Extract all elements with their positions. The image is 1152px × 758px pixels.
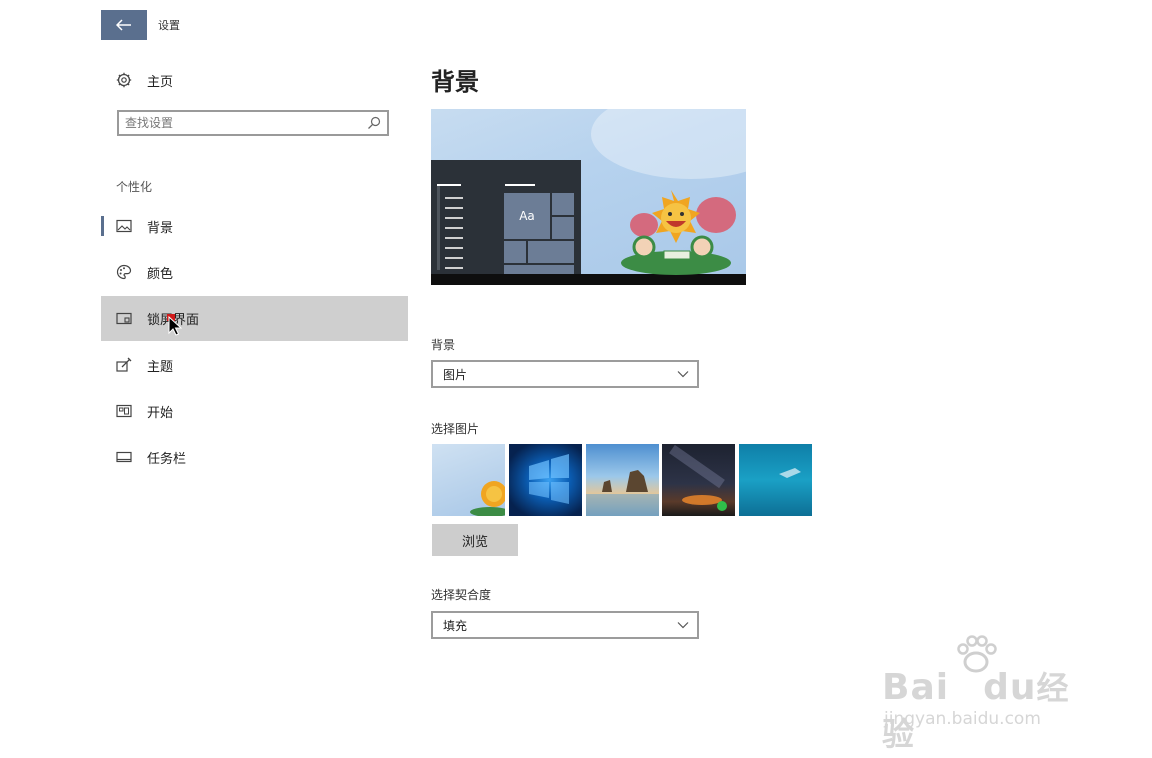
sidebar-home-label: 主页 (147, 74, 174, 90)
back-button[interactable] (101, 10, 147, 40)
page-title: 背景 (431, 68, 479, 96)
start-menu-preview: Aa (431, 160, 581, 274)
back-arrow-icon (116, 19, 131, 31)
fit-select-value: 填充 (443, 618, 468, 633)
sidebar-item-color[interactable]: 颜色 (101, 250, 408, 294)
picture-icon (116, 218, 132, 234)
picture-thumbnail-5[interactable] (739, 444, 812, 516)
sidebar-item-label: 主题 (147, 359, 174, 375)
lock-screen-icon (116, 311, 132, 327)
watermark-brand2: du (983, 667, 1037, 708)
start-icon (116, 403, 132, 419)
choose-picture-label: 选择图片 (431, 422, 480, 436)
background-select-value: 图片 (443, 367, 468, 382)
window-title: 设置 (158, 19, 180, 32)
chevron-down-icon (677, 622, 689, 629)
sidebar-item-label: 任务栏 (147, 451, 187, 467)
palette-icon (116, 264, 132, 280)
section-title: 个性化 (116, 180, 153, 194)
sidebar-home[interactable]: 主页 (101, 58, 408, 102)
watermark-url: jingyan.baidu.com (884, 709, 1041, 729)
watermark-brand: Bai (882, 667, 950, 708)
sidebar-item-lock-screen[interactable]: 锁屏界面 (101, 296, 408, 341)
search-box[interactable] (117, 110, 389, 136)
mascot-illustration (621, 190, 736, 275)
preview-tile: Aa (504, 193, 550, 239)
baidu-watermark: Bai du经验 jingyan.baidu.com (882, 635, 1102, 753)
sidebar-item-background[interactable]: 背景 (101, 204, 408, 248)
sidebar-item-start[interactable]: 开始 (101, 389, 408, 433)
search-input[interactable] (119, 115, 367, 131)
mouse-cursor-icon (167, 314, 183, 336)
search-icon[interactable] (367, 116, 381, 130)
sidebar-item-label: 背景 (147, 220, 174, 236)
preview-tile-text: Aa (519, 209, 535, 223)
picture-thumbnail-4[interactable] (662, 444, 735, 516)
background-select[interactable]: 图片 (431, 360, 699, 388)
browse-button[interactable]: 浏览 (432, 524, 518, 556)
taskbar-icon (116, 449, 132, 465)
background-preview: Aa (431, 109, 746, 285)
fit-label: 选择契合度 (431, 588, 492, 602)
gear-icon (116, 72, 132, 88)
picture-thumbnail-3[interactable] (586, 444, 659, 516)
fit-select[interactable]: 填充 (431, 611, 699, 639)
background-label: 背景 (431, 338, 456, 352)
theme-icon (116, 357, 132, 373)
sidebar-item-theme[interactable]: 主题 (101, 343, 408, 387)
sidebar-item-label: 开始 (147, 405, 174, 421)
picture-thumbnail-1[interactable] (432, 444, 505, 516)
sidebar-item-label: 颜色 (147, 266, 174, 282)
picture-thumbnail-2[interactable] (509, 444, 582, 516)
chevron-down-icon (677, 371, 689, 378)
sidebar-item-taskbar[interactable]: 任务栏 (101, 435, 408, 479)
